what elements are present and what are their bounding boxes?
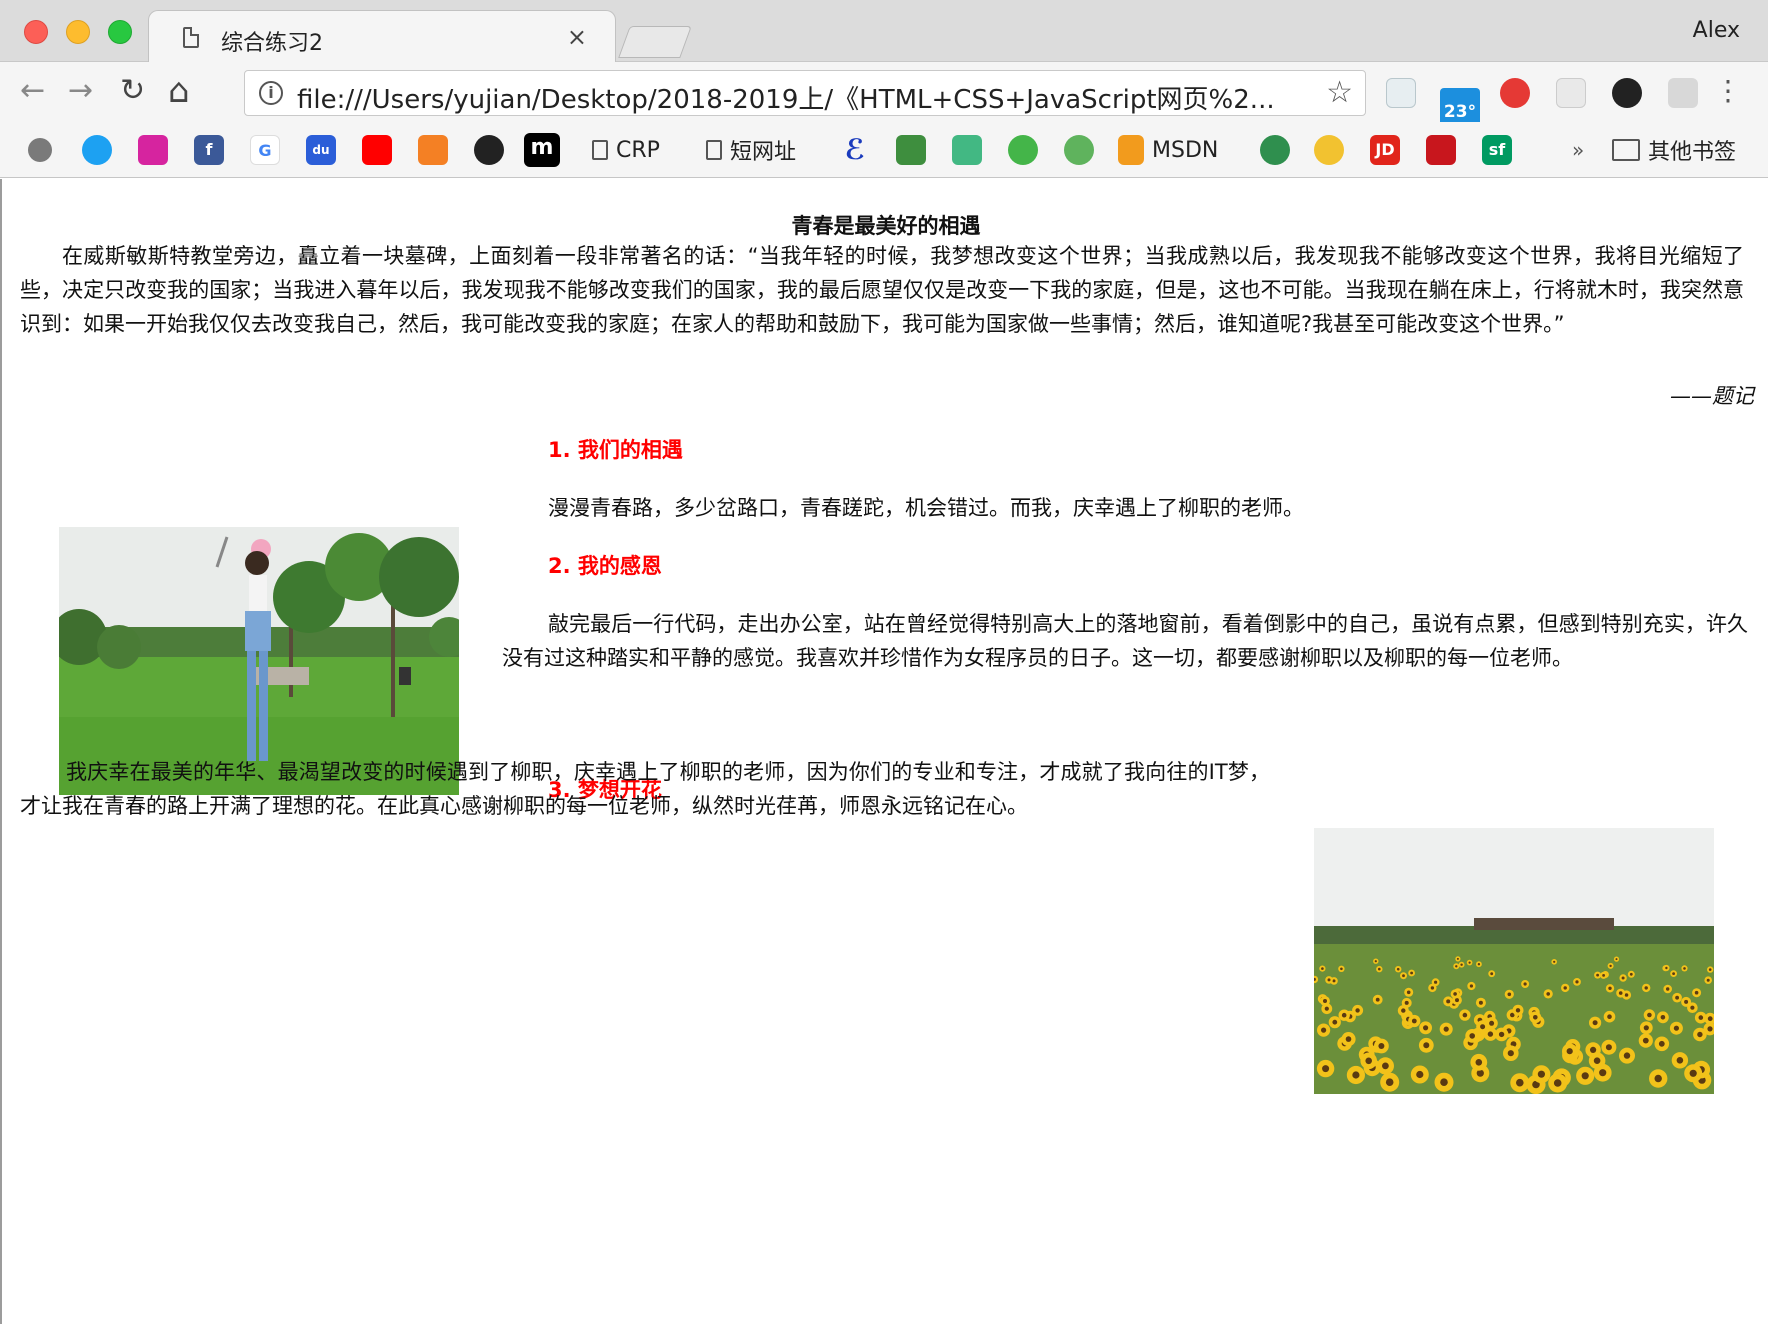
- jd-icon[interactable]: JD: [1370, 135, 1400, 165]
- back-icon[interactable]: ←: [20, 74, 45, 108]
- stackoverflow-icon[interactable]: [418, 135, 448, 165]
- baidu-icon[interactable]: du: [306, 135, 336, 165]
- youtube-icon[interactable]: [362, 135, 392, 165]
- github-icon[interactable]: [474, 135, 504, 165]
- extension-download-icon[interactable]: [1612, 78, 1642, 108]
- forward-icon[interactable]: →: [68, 74, 93, 108]
- dev-tools-icon[interactable]: [1064, 135, 1094, 165]
- twitter-icon[interactable]: [82, 135, 112, 165]
- new-tab-button[interactable]: [618, 26, 692, 58]
- menu-icon[interactable]: ⋮: [1714, 76, 1742, 106]
- bookmark-label: MSDN: [1152, 137, 1219, 163]
- profile-name[interactable]: Alex: [1693, 18, 1740, 43]
- zoom-window-button[interactable]: [108, 20, 132, 44]
- minimize-window-button[interactable]: [66, 20, 90, 44]
- google-icon[interactable]: G: [250, 135, 280, 165]
- weibo-icon[interactable]: [1426, 135, 1456, 165]
- file-icon: [706, 140, 722, 160]
- file-icon: [183, 27, 199, 48]
- extension-adblock-icon[interactable]: [1500, 78, 1530, 108]
- page-title: 青春是最美好的相遇: [791, 214, 981, 238]
- extension-bird-icon[interactable]: [1668, 78, 1698, 108]
- medium-icon[interactable]: m: [524, 133, 560, 167]
- nodejs-icon[interactable]: [896, 135, 926, 165]
- tab-active[interactable]: 综合练习2 ×: [148, 10, 616, 64]
- bookmarks-bar: f G du m CRP 短网址 ℰ MSDN JD sf » 其他书签: [0, 122, 1768, 178]
- instagram-icon[interactable]: [138, 135, 168, 165]
- close-window-button[interactable]: [24, 20, 48, 44]
- bookmark-crp[interactable]: CRP: [592, 132, 660, 168]
- segmentfault-icon[interactable]: sf: [1482, 135, 1512, 165]
- address-bar[interactable]: i file:///Users/yujian/Desktop/2018-2019…: [244, 70, 1366, 116]
- bookmark-label: 其他书签: [1648, 140, 1737, 165]
- home-icon[interactable]: ⌂: [168, 74, 190, 108]
- file-icon: [592, 140, 608, 160]
- edge-icon[interactable]: ℰ: [840, 135, 870, 165]
- tab-close-icon[interactable]: ×: [567, 23, 587, 51]
- msdn-icon: [1118, 135, 1144, 165]
- bookmark-star-icon[interactable]: ☆: [1326, 75, 1353, 110]
- bookmark-msdn[interactable]: MSDN: [1118, 132, 1218, 168]
- bookmark-label: CRP: [616, 137, 660, 163]
- apple-icon[interactable]: [28, 138, 52, 162]
- reload-icon[interactable]: ↻: [120, 74, 145, 108]
- bookmark-other[interactable]: 其他书签: [1612, 132, 1736, 168]
- browser-toolbar: ← → ↻ ⌂ i file:///Users/yujian/Desktop/2…: [0, 62, 1768, 122]
- sunflower-field-image: [1314, 828, 1714, 1094]
- intro-paragraph: 在威斯敏斯特教堂旁边，矗立着一块墓碑，上面刻着一段非常著名的话：“当我年轻的时候…: [20, 244, 1744, 336]
- bookmarks-overflow-icon[interactable]: »: [1572, 132, 1584, 168]
- url-text[interactable]: file:///Users/yujian/Desktop/2018-2019上/…: [297, 79, 1275, 116]
- bookmark-short-url[interactable]: 短网址: [706, 132, 796, 168]
- info-icon[interactable]: i: [259, 81, 283, 105]
- extension-mail-icon[interactable]: [1386, 78, 1416, 108]
- extension-pdf-icon[interactable]: [1556, 78, 1586, 108]
- window-titlebar: 综合练习2 × Alex: [0, 0, 1768, 64]
- folder-icon: [1612, 139, 1640, 161]
- section-paragraph-3: 我庆幸在最美的年华、最渴望改变的时候遇到了柳职，庆幸遇上了柳职的老师，因为你们的…: [20, 760, 1270, 818]
- section-paragraph-1: 漫漫青春路，多少岔路口，青春蹉跎，机会错过。而我，庆幸遇上了柳职的老师。: [548, 496, 1304, 520]
- facebook-icon[interactable]: f: [194, 135, 224, 165]
- signature: ——题记: [1670, 384, 1754, 408]
- section-paragraph-2: 敲完最后一行代码，走出办公室，站在曾经觉得特别高大上的落地窗前，看着倒影中的自己…: [502, 612, 1748, 670]
- bookmark-label: 短网址: [730, 140, 797, 165]
- section-heading-2: 2. 我的感恩: [548, 554, 662, 578]
- tab-title: 综合练习2: [221, 31, 323, 56]
- chrome-icon[interactable]: [1314, 135, 1344, 165]
- vue-icon[interactable]: [952, 135, 982, 165]
- section-heading-1: 1. 我们的相遇: [548, 438, 683, 462]
- telegram-icon[interactable]: [1260, 135, 1290, 165]
- web-page: 青春是最美好的相遇 在威斯敏斯特教堂旁边，矗立着一块墓碑，上面刻着一段非常著名的…: [0, 179, 1768, 1324]
- wechat-icon[interactable]: [1008, 135, 1038, 165]
